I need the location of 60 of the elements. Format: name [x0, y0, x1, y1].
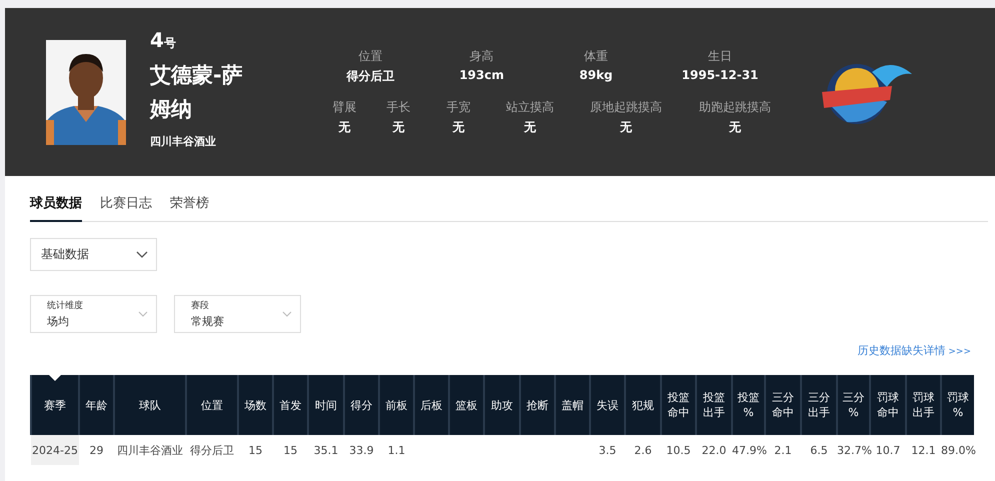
column-header[interactable]: 投篮出手	[696, 375, 732, 435]
info-label: 生日	[708, 48, 732, 65]
tab[interactable]: 荣誉榜	[170, 190, 209, 222]
column-header[interactable]: 三分出手	[801, 375, 837, 435]
info-label: 站立摸高	[506, 99, 554, 116]
info-label: 身高	[470, 48, 494, 65]
chevron-down-icon	[136, 250, 148, 258]
column-header[interactable]: 得分	[344, 375, 379, 435]
column-header[interactable]: 抢断	[520, 375, 555, 435]
column-header[interactable]: 盖帽	[555, 375, 590, 435]
info-label: 手宽	[446, 99, 470, 116]
info-label: 位置	[358, 48, 383, 65]
info-value: 89kg	[579, 68, 613, 82]
column-header[interactable]: 时间	[308, 375, 344, 435]
data-type-select[interactable]: 基础数据	[30, 238, 157, 271]
info-value: 无	[728, 119, 741, 136]
filter-select[interactable]: 赛段 常规赛	[174, 295, 301, 333]
info-label: 手长	[386, 99, 410, 116]
column-header[interactable]: 罚球%	[941, 375, 974, 435]
column-header[interactable]: 助攻	[484, 375, 520, 435]
history-data-link[interactable]: 历史数据缺失详情 >>>	[857, 343, 971, 358]
info-label: 体重	[584, 48, 608, 65]
info-value: 无	[452, 119, 464, 136]
column-header[interactable]: 三分命中	[765, 375, 801, 435]
column-header[interactable]: 投篮%	[732, 375, 765, 435]
info-value: 得分后卫	[346, 68, 395, 85]
column-header[interactable]: 位置	[186, 375, 238, 435]
table-cell: 29	[79, 435, 114, 465]
column-header[interactable]: 赛季	[31, 375, 79, 435]
column-header[interactable]: 篮板	[449, 375, 484, 435]
chevron-down-icon	[282, 311, 292, 317]
column-header[interactable]: 三分%	[837, 375, 870, 435]
filter-select[interactable]: 统计维度 场均	[30, 295, 157, 333]
column-header[interactable]: 球队	[114, 375, 186, 435]
player-name: 艾德蒙-萨姆纳	[150, 62, 244, 122]
info-label: 原地起跳摸高	[590, 99, 662, 116]
tab[interactable]: 比赛日志	[100, 190, 152, 222]
chevron-down-icon	[138, 311, 148, 317]
column-header[interactable]: 失误	[590, 375, 625, 435]
team-name: 四川丰谷酒业	[150, 134, 217, 148]
column-header[interactable]: 犯规	[625, 375, 661, 435]
column-header[interactable]: 前板	[379, 375, 414, 435]
info-value: 无	[338, 119, 350, 136]
info-value: 193cm	[459, 68, 504, 82]
column-header[interactable]: 罚球命中	[870, 375, 906, 435]
info-value: 无	[620, 119, 632, 136]
info-label: 助跑起跳摸高	[698, 99, 771, 116]
column-header[interactable]: 场数	[238, 375, 273, 435]
column-header[interactable]: 后板	[414, 375, 449, 435]
info-value: 无	[524, 119, 536, 136]
info-value: 1995-12-31	[682, 68, 758, 82]
column-header[interactable]: 年龄	[79, 375, 114, 435]
info-label: 臂展	[332, 99, 356, 116]
column-header[interactable]: 罚球出手	[906, 375, 941, 435]
column-header[interactable]: 首发	[273, 375, 308, 435]
info-value: 无	[392, 119, 404, 136]
table-cell: 2024-25	[31, 435, 79, 465]
jersey-number: 4号	[150, 28, 177, 52]
column-header[interactable]: 投篮命中	[661, 375, 696, 435]
tab[interactable]: 球员数据	[30, 190, 82, 222]
